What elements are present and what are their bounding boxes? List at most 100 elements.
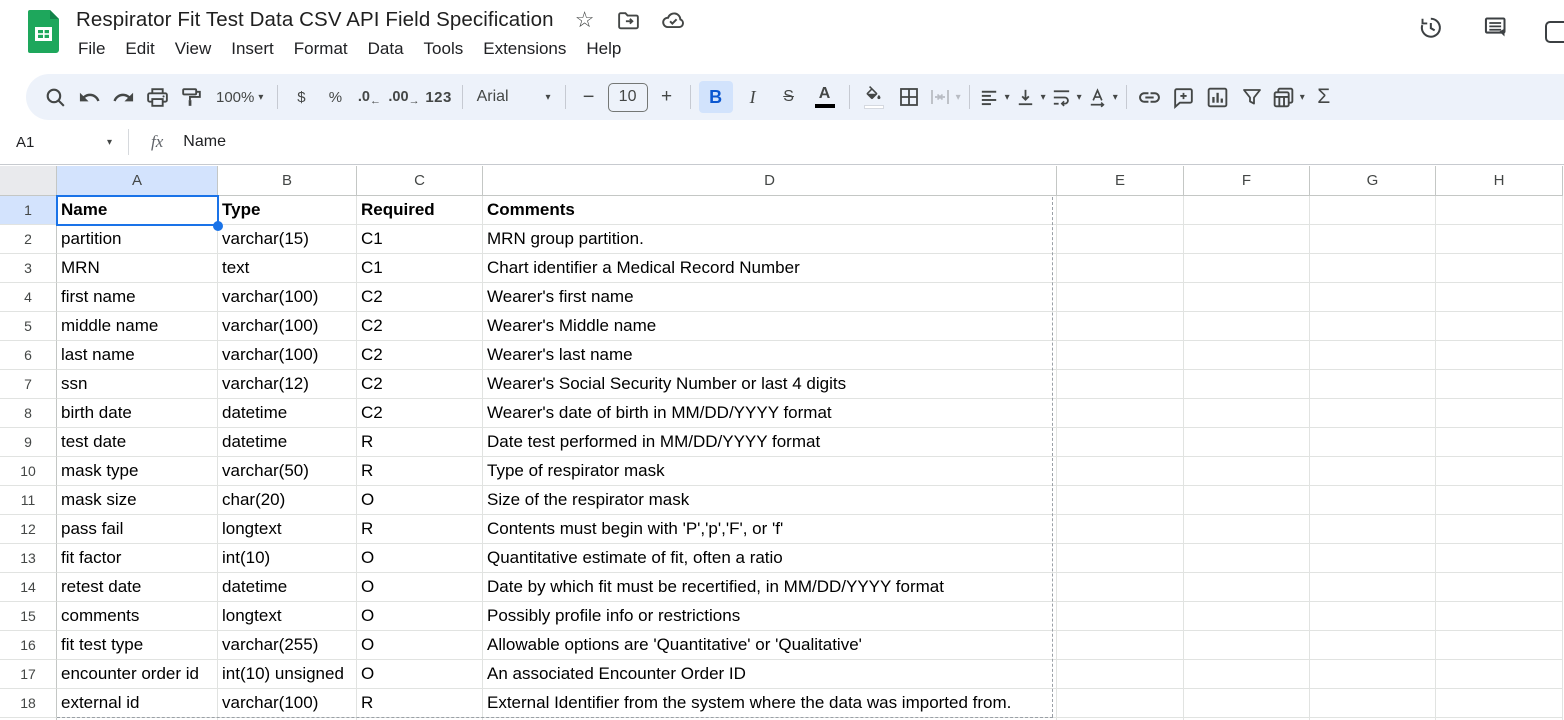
decrease-font-size-button[interactable]: −	[574, 81, 604, 113]
cell-G11[interactable]	[1310, 486, 1436, 515]
cell-H2[interactable]	[1436, 225, 1563, 254]
cell-B2[interactable]: varchar(15)	[218, 225, 357, 254]
more-formats-button[interactable]: 123	[424, 81, 454, 113]
vertical-align-button[interactable]	[1014, 81, 1046, 113]
cell-E16[interactable]	[1057, 631, 1184, 660]
menu-edit[interactable]: Edit	[115, 37, 164, 61]
cell-B18[interactable]: varchar(100)	[218, 689, 357, 718]
cell-A1[interactable]: Name	[57, 196, 218, 225]
cell-H10[interactable]	[1436, 457, 1563, 486]
cell-B7[interactable]: varchar(12)	[218, 370, 357, 399]
cell-G5[interactable]	[1310, 312, 1436, 341]
cell-D2[interactable]: MRN group partition.	[483, 225, 1057, 254]
cell-E15[interactable]	[1057, 602, 1184, 631]
cell-H11[interactable]	[1436, 486, 1563, 515]
cell-E3[interactable]	[1057, 254, 1184, 283]
cell-F15[interactable]	[1184, 602, 1310, 631]
cell-D15[interactable]: Possibly profile info or restrictions	[483, 602, 1057, 631]
cell-C2[interactable]: C1	[357, 225, 483, 254]
cell-H4[interactable]	[1436, 283, 1563, 312]
cell-F6[interactable]	[1184, 341, 1310, 370]
row-header-17[interactable]: 17	[0, 660, 57, 689]
cell-A5[interactable]: middle name	[57, 312, 218, 341]
cell-D13[interactable]: Quantitative estimate of fit, often a ra…	[483, 544, 1057, 573]
star-icon[interactable]: ☆	[572, 7, 598, 33]
name-box[interactable]: A1	[0, 134, 112, 151]
menu-file[interactable]: File	[68, 37, 115, 61]
cell-E6[interactable]	[1057, 341, 1184, 370]
cell-D6[interactable]: Wearer's last name	[483, 341, 1057, 370]
menu-extensions[interactable]: Extensions	[473, 37, 576, 61]
row-header-5[interactable]: 5	[0, 312, 57, 341]
cell-A17[interactable]: encounter order id	[57, 660, 218, 689]
cell-A6[interactable]: last name	[57, 341, 218, 370]
cell-E1[interactable]	[1057, 196, 1184, 225]
cell-C13[interactable]: O	[357, 544, 483, 573]
cell-H13[interactable]	[1436, 544, 1563, 573]
cell-B6[interactable]: varchar(100)	[218, 341, 357, 370]
row-header-9[interactable]: 9	[0, 428, 57, 457]
row-header-6[interactable]: 6	[0, 341, 57, 370]
cell-E11[interactable]	[1057, 486, 1184, 515]
undo-button[interactable]	[74, 81, 104, 113]
cell-H1[interactable]	[1436, 196, 1563, 225]
search-button[interactable]	[40, 81, 70, 113]
cell-B11[interactable]: char(20)	[218, 486, 357, 515]
sheets-logo[interactable]	[28, 10, 59, 54]
cell-G12[interactable]	[1310, 515, 1436, 544]
column-header-F[interactable]: F	[1184, 166, 1310, 196]
row-header-12[interactable]: 12	[0, 515, 57, 544]
print-button[interactable]	[142, 81, 172, 113]
cell-G16[interactable]	[1310, 631, 1436, 660]
menu-insert[interactable]: Insert	[221, 37, 284, 61]
column-header-B[interactable]: B	[218, 166, 357, 196]
cell-H15[interactable]	[1436, 602, 1563, 631]
cell-F13[interactable]	[1184, 544, 1310, 573]
cell-A10[interactable]: mask type	[57, 457, 218, 486]
cell-H18[interactable]	[1436, 689, 1563, 718]
merge-cells-button[interactable]	[928, 81, 961, 113]
cell-F4[interactable]	[1184, 283, 1310, 312]
cell-F11[interactable]	[1184, 486, 1310, 515]
row-header-4[interactable]: 4	[0, 283, 57, 312]
cell-D1[interactable]: Comments	[483, 196, 1057, 225]
row-header-3[interactable]: 3	[0, 254, 57, 283]
cell-F2[interactable]	[1184, 225, 1310, 254]
cell-F17[interactable]	[1184, 660, 1310, 689]
cell-B16[interactable]: varchar(255)	[218, 631, 357, 660]
row-header-15[interactable]: 15	[0, 602, 57, 631]
format-percent-button[interactable]: %	[320, 81, 350, 113]
cell-H6[interactable]	[1436, 341, 1563, 370]
font-family-select[interactable]: Arial	[471, 81, 557, 113]
cell-C9[interactable]: R	[357, 428, 483, 457]
cell-H16[interactable]	[1436, 631, 1563, 660]
cell-H3[interactable]	[1436, 254, 1563, 283]
cell-C1[interactable]: Required	[357, 196, 483, 225]
cell-D18[interactable]: External Identifier from the system wher…	[483, 689, 1057, 718]
cell-C15[interactable]: O	[357, 602, 483, 631]
cell-E13[interactable]	[1057, 544, 1184, 573]
cell-D3[interactable]: Chart identifier a Medical Record Number	[483, 254, 1057, 283]
format-currency-button[interactable]: $	[286, 81, 316, 113]
row-header-13[interactable]: 13	[0, 544, 57, 573]
cell-C12[interactable]: R	[357, 515, 483, 544]
row-header-1[interactable]: 1	[0, 196, 57, 225]
cell-C4[interactable]: C2	[357, 283, 483, 312]
column-header-H[interactable]: H	[1436, 166, 1563, 196]
cell-B13[interactable]: int(10)	[218, 544, 357, 573]
cell-G18[interactable]	[1310, 689, 1436, 718]
cell-H8[interactable]	[1436, 399, 1563, 428]
cell-A3[interactable]: MRN	[57, 254, 218, 283]
menu-help[interactable]: Help	[576, 37, 631, 61]
increase-font-size-button[interactable]: +	[652, 81, 682, 113]
cell-C17[interactable]: O	[357, 660, 483, 689]
cell-F3[interactable]	[1184, 254, 1310, 283]
cell-A2[interactable]: partition	[57, 225, 218, 254]
create-filter-button[interactable]	[1237, 81, 1267, 113]
cell-F7[interactable]	[1184, 370, 1310, 399]
cell-B9[interactable]: datetime	[218, 428, 357, 457]
column-header-D[interactable]: D	[483, 166, 1057, 196]
cell-E7[interactable]	[1057, 370, 1184, 399]
cell-F9[interactable]	[1184, 428, 1310, 457]
cell-B10[interactable]: varchar(50)	[218, 457, 357, 486]
